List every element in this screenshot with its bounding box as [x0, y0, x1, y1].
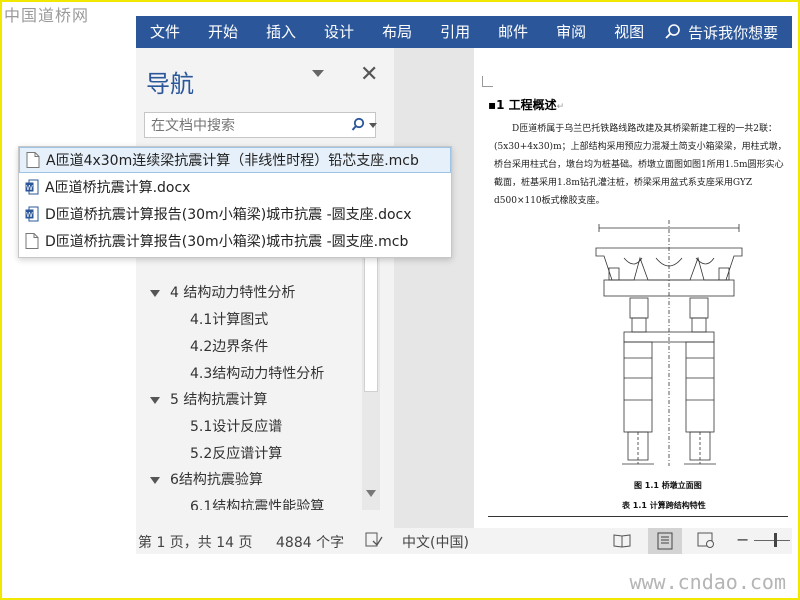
tab-view[interactable]: 视图	[600, 16, 658, 48]
recent-file-item[interactable]: W D匝道桥抗震计算报告(30m小箱梁)城市抗震 -圆支座.docx	[19, 201, 451, 227]
body-paragraph: D匝道桥属于乌兰巴托铁路线路改建及其桥梁新建工程的一共2联：(5x30+4x30…	[494, 124, 787, 206]
pier-elevation-drawing	[595, 220, 743, 466]
outline-heading-4[interactable]: 4 结构动力特性分析	[150, 282, 295, 302]
recent-file-name: A匝道桥抗震计算.docx	[45, 180, 191, 196]
ribbon-tabs: 文件 开始 插入 设计 布局 引用 邮件 审阅 视图 告诉我你想要	[136, 16, 792, 48]
figure-caption: 图 1.1 桥墩立面图	[634, 481, 702, 490]
outline-subheading-6-1[interactable]: 6.1结构抗震性能验算	[190, 496, 324, 510]
outline-heading-5[interactable]: 5 结构抗震计算	[150, 389, 267, 409]
tell-me-box[interactable]: 告诉我你想要	[664, 22, 778, 43]
watermark-bottom: www.cndao.com	[629, 570, 786, 594]
print-layout-button[interactable]	[648, 528, 682, 554]
tab-file[interactable]: 文件	[136, 16, 194, 48]
recent-file-name: D匝道桥抗震计算报告(30m小箱梁)城市抗震 -圆支座.docx	[45, 207, 412, 223]
blank-file-icon	[25, 233, 39, 249]
word-document-icon: W	[25, 206, 39, 222]
table-caption: 表 1.1 计算跨结构特性	[622, 501, 706, 510]
recent-file-item[interactable]: W A匝道桥抗震计算.docx	[19, 174, 451, 200]
collapse-triangle-icon[interactable]	[150, 289, 160, 297]
search-input[interactable]	[149, 115, 339, 137]
zoom-slider-thumb[interactable]	[774, 533, 777, 547]
section-heading: ▪1 工程概述↵	[488, 98, 565, 112]
word-count[interactable]: 4884 个字	[276, 532, 344, 552]
tab-layout[interactable]: 布局	[368, 16, 426, 48]
navigation-pane: 导航 ✕ 4 结构动力特性分析 4.1计算图式 4.2边界条件 4.3结构动力特…	[136, 48, 394, 528]
outline-subheading-5-1[interactable]: 5.1设计反应谱	[190, 416, 282, 436]
tab-review[interactable]: 审阅	[542, 16, 600, 48]
search-box[interactable]	[144, 112, 377, 138]
word-document-icon: W	[25, 179, 39, 195]
tab-references[interactable]: 引用	[426, 16, 484, 48]
search-options-chevron-icon[interactable]	[369, 123, 377, 128]
print-layout-icon	[657, 532, 673, 550]
outline-subheading-4-3[interactable]: 4.3结构动力特性分析	[190, 363, 324, 383]
table-border	[488, 516, 788, 517]
outline-heading-label: 6结构抗震验算	[170, 472, 263, 488]
outline-heading-6[interactable]: 6结构抗震验算	[150, 469, 263, 489]
tab-design[interactable]: 设计	[310, 16, 368, 48]
tell-me-label: 告诉我你想要	[688, 23, 779, 42]
recent-file-name: D匝道桥抗震计算报告(30m小箱梁)城市抗震 -圆支座.mcb	[45, 234, 409, 250]
tab-insert[interactable]: 插入	[252, 16, 310, 48]
close-icon[interactable]: ✕	[360, 62, 378, 87]
tab-home[interactable]: 开始	[194, 16, 252, 48]
collapse-triangle-icon[interactable]	[150, 396, 160, 404]
lightbulb-search-icon	[665, 24, 680, 39]
read-mode-icon[interactable]	[612, 531, 632, 549]
zoom-slider[interactable]	[754, 540, 790, 541]
recent-file-item[interactable]: D匝道桥抗震计算报告(30m小箱梁)城市抗震 -圆支座.mcb	[19, 228, 451, 254]
proofing-icon[interactable]	[364, 531, 384, 549]
document-page[interactable]: ▪1 工程概述↵ D匝道桥属于乌兰巴托铁路线路改建及其桥梁新建工程的一共2联：(…	[474, 48, 792, 528]
nav-pane-title: 导航	[146, 70, 194, 98]
outline-subheading-5-2[interactable]: 5.2反应谱计算	[190, 443, 282, 463]
svg-text:W: W	[26, 211, 33, 219]
language-indicator[interactable]: 中文(中国)	[402, 532, 469, 552]
status-bar: 第 1 页，共 14 页 4884 个字 中文(中国) −	[136, 528, 792, 554]
recent-file-name: A匝道4x30m连续梁抗震计算（非线性时程）铅芯支座.mcb	[46, 153, 419, 169]
section-heading-text: 1 工程概述	[496, 98, 557, 112]
scroll-down-arrow-icon[interactable]	[366, 490, 376, 497]
search-icon[interactable]	[351, 117, 365, 133]
page-count[interactable]: 第 1 页，共 14 页	[138, 532, 253, 552]
recent-files-dropdown: A匝道4x30m连续梁抗震计算（非线性时程）铅芯支座.mcb W A匝道桥抗震计…	[18, 146, 452, 258]
tab-mailings[interactable]: 邮件	[484, 16, 542, 48]
blank-file-icon	[26, 152, 40, 168]
zoom-out-button[interactable]: −	[736, 530, 749, 549]
outline-subheading-4-1[interactable]: 4.1计算图式	[190, 309, 268, 329]
workspace-background	[394, 48, 474, 528]
page-corner-mark	[482, 76, 493, 87]
nav-scrollbar[interactable]	[362, 218, 380, 510]
svg-text:W: W	[26, 184, 33, 192]
collapse-triangle-icon[interactable]	[150, 476, 160, 484]
outline-heading-label: 4 结构动力特性分析	[170, 285, 296, 301]
nav-options-dropdown-icon[interactable]	[312, 70, 324, 77]
outline-subheading-4-2[interactable]: 4.2边界条件	[190, 336, 268, 356]
web-layout-icon[interactable]	[696, 531, 716, 549]
recent-file-item[interactable]: A匝道4x30m连续梁抗震计算（非线性时程）铅芯支座.mcb	[19, 147, 451, 173]
watermark-top: 中国道桥网	[4, 6, 90, 25]
outline-heading-label: 5 结构抗震计算	[170, 392, 268, 408]
